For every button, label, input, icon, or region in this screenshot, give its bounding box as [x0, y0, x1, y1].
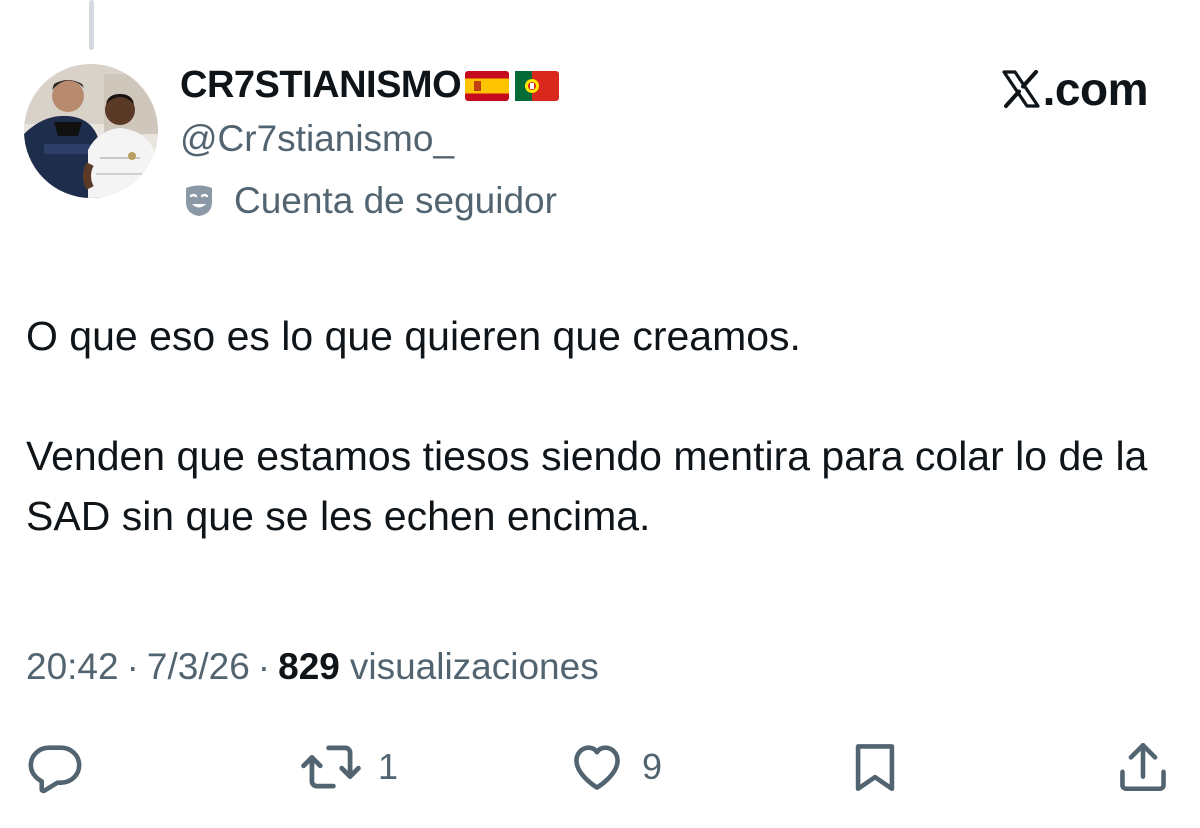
thread-line	[89, 0, 94, 50]
brand-text: .com	[1042, 63, 1149, 115]
account-label-text: Cuenta de seguidor	[234, 180, 557, 221]
display-name-text: CR7STIANISMO	[180, 64, 462, 106]
meta-separator: ·	[126, 646, 139, 687]
avatar[interactable]	[24, 64, 158, 198]
tweet-paragraph: O que eso es lo que quieren que creamos.	[26, 313, 801, 359]
views-label: visualizaciones	[349, 646, 599, 687]
retweet-count: 1	[378, 746, 399, 787]
share-icon	[1114, 738, 1172, 796]
share-button[interactable]	[1114, 738, 1172, 796]
account-label: Cuenta de seguidor	[182, 180, 557, 222]
theater-mask-icon	[182, 184, 216, 218]
tweet-paragraph: Venden que estamos tiesos siendo mentira…	[26, 433, 1148, 539]
tweet-card: CR7STIANISMO @Cr7stianismo_ Cuenta de se…	[0, 0, 1200, 828]
retweet-icon	[300, 738, 362, 796]
like-count: 9	[642, 746, 663, 787]
brand-watermark: .com	[1001, 62, 1149, 116]
views-count: 829	[278, 646, 340, 687]
heart-icon	[568, 738, 626, 796]
tweet-meta: 20:42 · 7/3/26 · 829 visualizaciones	[26, 646, 599, 688]
bookmark-icon	[846, 738, 904, 796]
user-handle[interactable]: @Cr7stianismo_	[180, 118, 454, 160]
tweet-date[interactable]: 7/3/26	[147, 646, 250, 688]
tweet-time[interactable]: 20:42	[26, 646, 119, 688]
reply-button[interactable]	[26, 738, 84, 796]
tweet-text: O que eso es lo que quieren que creamos.…	[26, 306, 1156, 546]
meta-separator: ·	[257, 646, 271, 687]
like-button[interactable]: 9	[568, 738, 662, 796]
portugal-flag-icon	[515, 70, 560, 101]
flags	[465, 70, 560, 101]
action-bar: 1 9	[0, 738, 1200, 798]
retweet-button[interactable]: 1	[300, 738, 398, 796]
spain-flag-icon	[465, 70, 510, 101]
x-logo-icon	[1001, 69, 1041, 109]
bookmark-button[interactable]	[846, 738, 904, 796]
display-name[interactable]: CR7STIANISMO	[180, 64, 560, 107]
reply-icon	[26, 738, 84, 796]
